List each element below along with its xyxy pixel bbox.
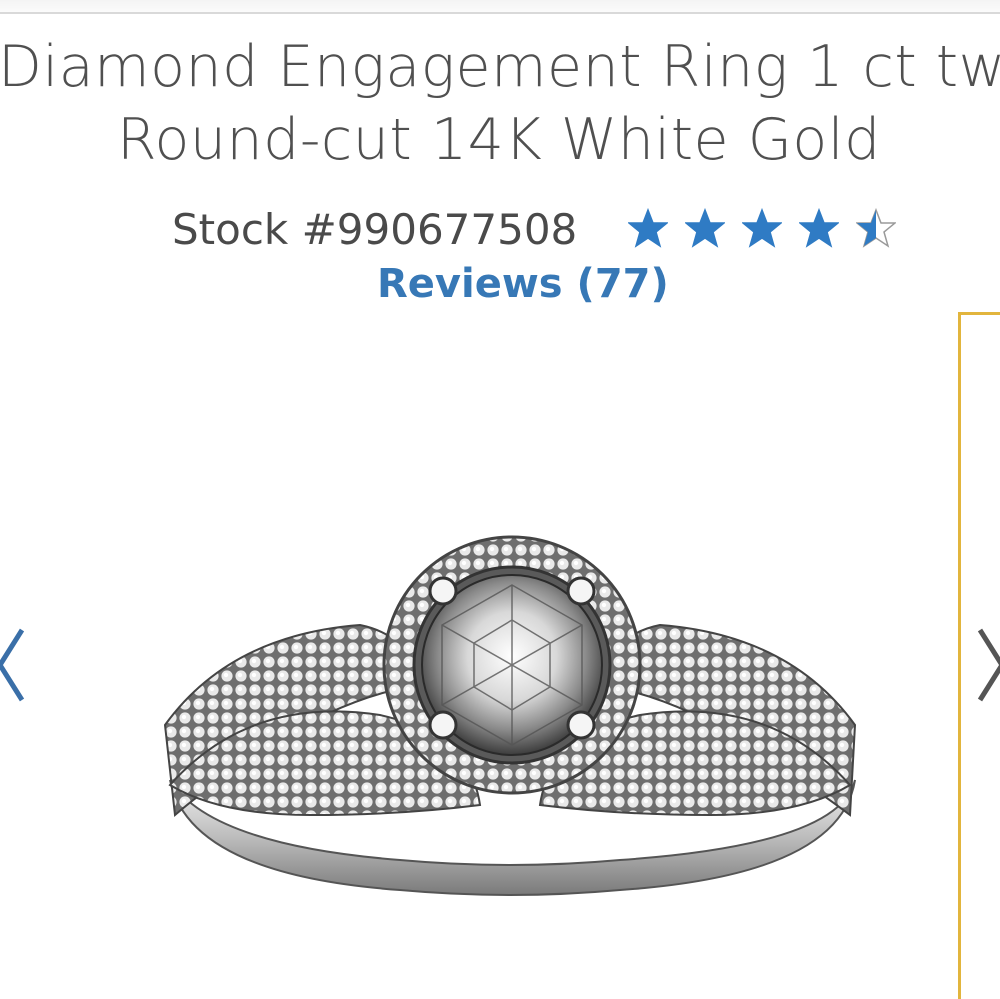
star-icon	[742, 208, 782, 248]
chevron-left-icon[interactable]	[0, 620, 34, 710]
product-title: Diamond Engagement Ring 1 ct tw Round-cu…	[0, 30, 1000, 180]
product-title-line-1: Diamond Engagement Ring 1 ct tw	[0, 34, 1000, 100]
product-title-line-2: Round-cut 14K White Gold	[117, 107, 881, 173]
stock-number: Stock #990677508	[172, 205, 578, 254]
diamond-engagement-ring-image	[163, 535, 857, 896]
chevron-right-icon[interactable]	[972, 620, 1000, 710]
browser-top-rule	[0, 0, 1000, 14]
reviews-link[interactable]: Reviews (77)	[377, 258, 669, 310]
star-icon	[685, 208, 725, 248]
star-icon	[856, 208, 896, 248]
star-icon	[799, 208, 839, 248]
star-icon	[628, 208, 668, 248]
star-rating[interactable]	[628, 208, 898, 254]
